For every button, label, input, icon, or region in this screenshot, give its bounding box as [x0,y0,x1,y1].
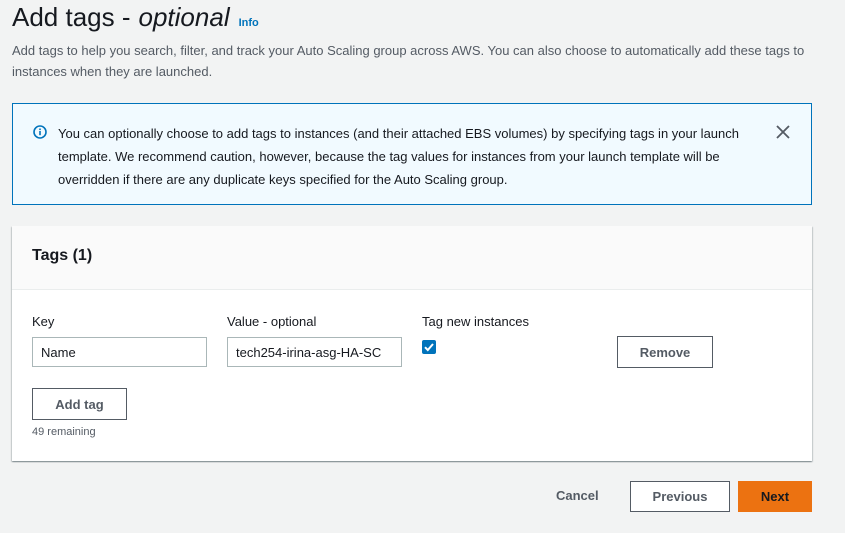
tags-panel-header: Tags (1) [12,226,812,290]
page-title-main: Add tags - [12,2,131,32]
add-tags-page: Add tags - optional Info Add tags to hel… [0,0,845,533]
tag-value-input[interactable] [227,337,402,367]
page-description: Add tags to help you search, filter, and… [12,43,805,79]
add-tag-button[interactable]: Add tag [32,388,127,420]
key-label: Key [32,314,55,329]
tags-panel: Tags (1) Key Value - optional Tag new in… [12,226,812,461]
tag-key-input[interactable] [32,337,207,367]
tags-panel-title: Tags (1) [32,247,93,264]
page-title: Add tags - optional Info [12,2,259,33]
alert-message: You can optionally choose to add tags to… [58,126,739,187]
close-icon[interactable] [773,122,793,142]
info-alert: You can optionally choose to add tags to… [12,103,812,205]
tag-new-instances-label: Tag new instances [422,314,529,329]
cancel-button[interactable]: Cancel [556,488,599,503]
page-title-optional: optional [138,2,230,32]
previous-button[interactable]: Previous [630,481,730,512]
tag-new-instances-checkbox[interactable] [422,340,436,354]
info-link[interactable]: Info [239,17,259,29]
tags-remaining-count: 49 remaining [32,426,96,438]
checkmark-icon [424,343,434,352]
info-circle-icon [33,125,47,139]
next-button[interactable]: Next [738,481,812,512]
value-label: Value - optional [227,314,317,329]
remove-tag-button[interactable]: Remove [617,336,713,368]
